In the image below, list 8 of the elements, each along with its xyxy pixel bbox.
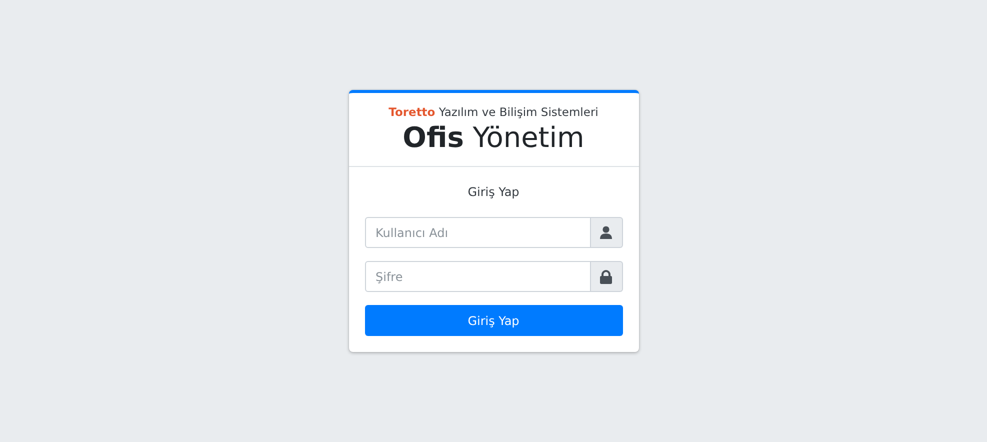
username-field[interactable]: Kullanıcı Adı bbox=[364, 217, 590, 248]
company-name: Toretto Yazılım ve Bilişim Sistemleri bbox=[388, 104, 600, 119]
form-heading: Giriş Yap bbox=[466, 185, 520, 200]
app-title: Ofis Yönetim bbox=[402, 120, 586, 154]
lock-icon bbox=[600, 270, 612, 284]
user-icon bbox=[600, 226, 612, 240]
login-button[interactable]: Giriş Yap bbox=[364, 305, 622, 336]
password-field[interactable]: Şifre bbox=[364, 261, 590, 292]
